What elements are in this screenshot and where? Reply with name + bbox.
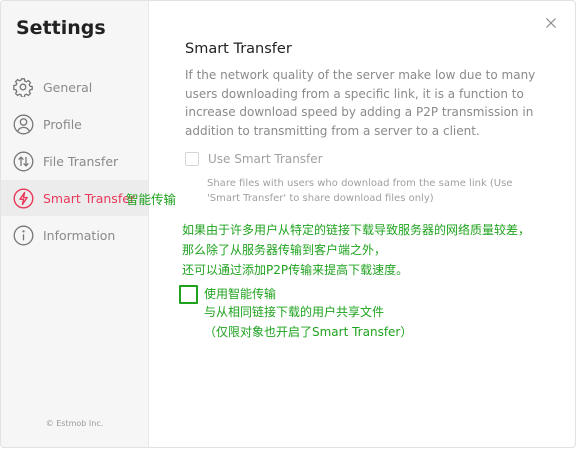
close-button[interactable]: [541, 13, 561, 33]
annotation-description: 如果由于许多用户从特定的链接下载导致服务器的网络质量较差， 那么除了从服务器传输…: [182, 220, 530, 280]
use-smart-transfer-checkbox[interactable]: [185, 152, 199, 166]
page-title: Smart Transfer: [185, 41, 292, 57]
annotation-line: 那么除了从服务器传输到客户端之外，: [182, 243, 387, 257]
sidebar-item-label: Smart Transfer: [43, 190, 136, 206]
copyright: © Estmob Inc.: [45, 419, 104, 428]
annotation-option-description: 与从相同链接下载的用户共享文件 （仅限对象也开启了Smart Transfer）: [204, 302, 412, 342]
gear-icon: [12, 76, 34, 98]
sidebar-item-file-transfer[interactable]: File Transfer: [1, 143, 148, 179]
sidebar-item-smart-transfer[interactable]: Smart Transfer 智能传输: [1, 180, 176, 216]
smart-transfer-option[interactable]: Use Smart Transfer: [185, 152, 323, 166]
annotation-line: 与从相同链接下载的用户共享文件: [204, 305, 385, 319]
sidebar-item-label: Information: [43, 227, 116, 243]
sidebar-item-label: General: [43, 79, 93, 95]
sidebar-item-information[interactable]: Information: [1, 217, 148, 253]
option-label: Use Smart Transfer: [208, 152, 323, 166]
sidebar: Settings General Profile File Transfer S…: [1, 1, 176, 447]
sidebar-item-profile[interactable]: Profile: [1, 106, 148, 142]
sidebar-title: Settings: [16, 17, 106, 39]
settings-window: Settings General Profile File Transfer S…: [0, 0, 576, 448]
user-icon: [12, 113, 34, 135]
section-description: If the network quality of the server mak…: [185, 68, 536, 138]
option-description: Share files with users who download from…: [207, 178, 513, 204]
transfer-icon: [12, 150, 34, 172]
lightning-icon: [12, 187, 34, 209]
sidebar-item-label: File Transfer: [43, 153, 119, 169]
sidebar-item-label: Profile: [43, 116, 82, 132]
close-icon: [545, 14, 557, 33]
info-icon: [12, 224, 34, 246]
annotation-line: 还可以通过添加P2P传输来提高下载速度。: [182, 263, 409, 277]
annotation-option-label: 使用智能传输: [204, 287, 277, 301]
annotation-line: （仅限对象也开启了Smart Transfer）: [204, 325, 413, 339]
sidebar-item-translation: 智能传输: [126, 191, 177, 207]
annotation-checkbox[interactable]: [179, 285, 198, 304]
annotation-line: 如果由于许多用户从特定的链接下载导致服务器的网络质量较差，: [182, 223, 531, 237]
sidebar-item-general[interactable]: General: [1, 69, 148, 105]
